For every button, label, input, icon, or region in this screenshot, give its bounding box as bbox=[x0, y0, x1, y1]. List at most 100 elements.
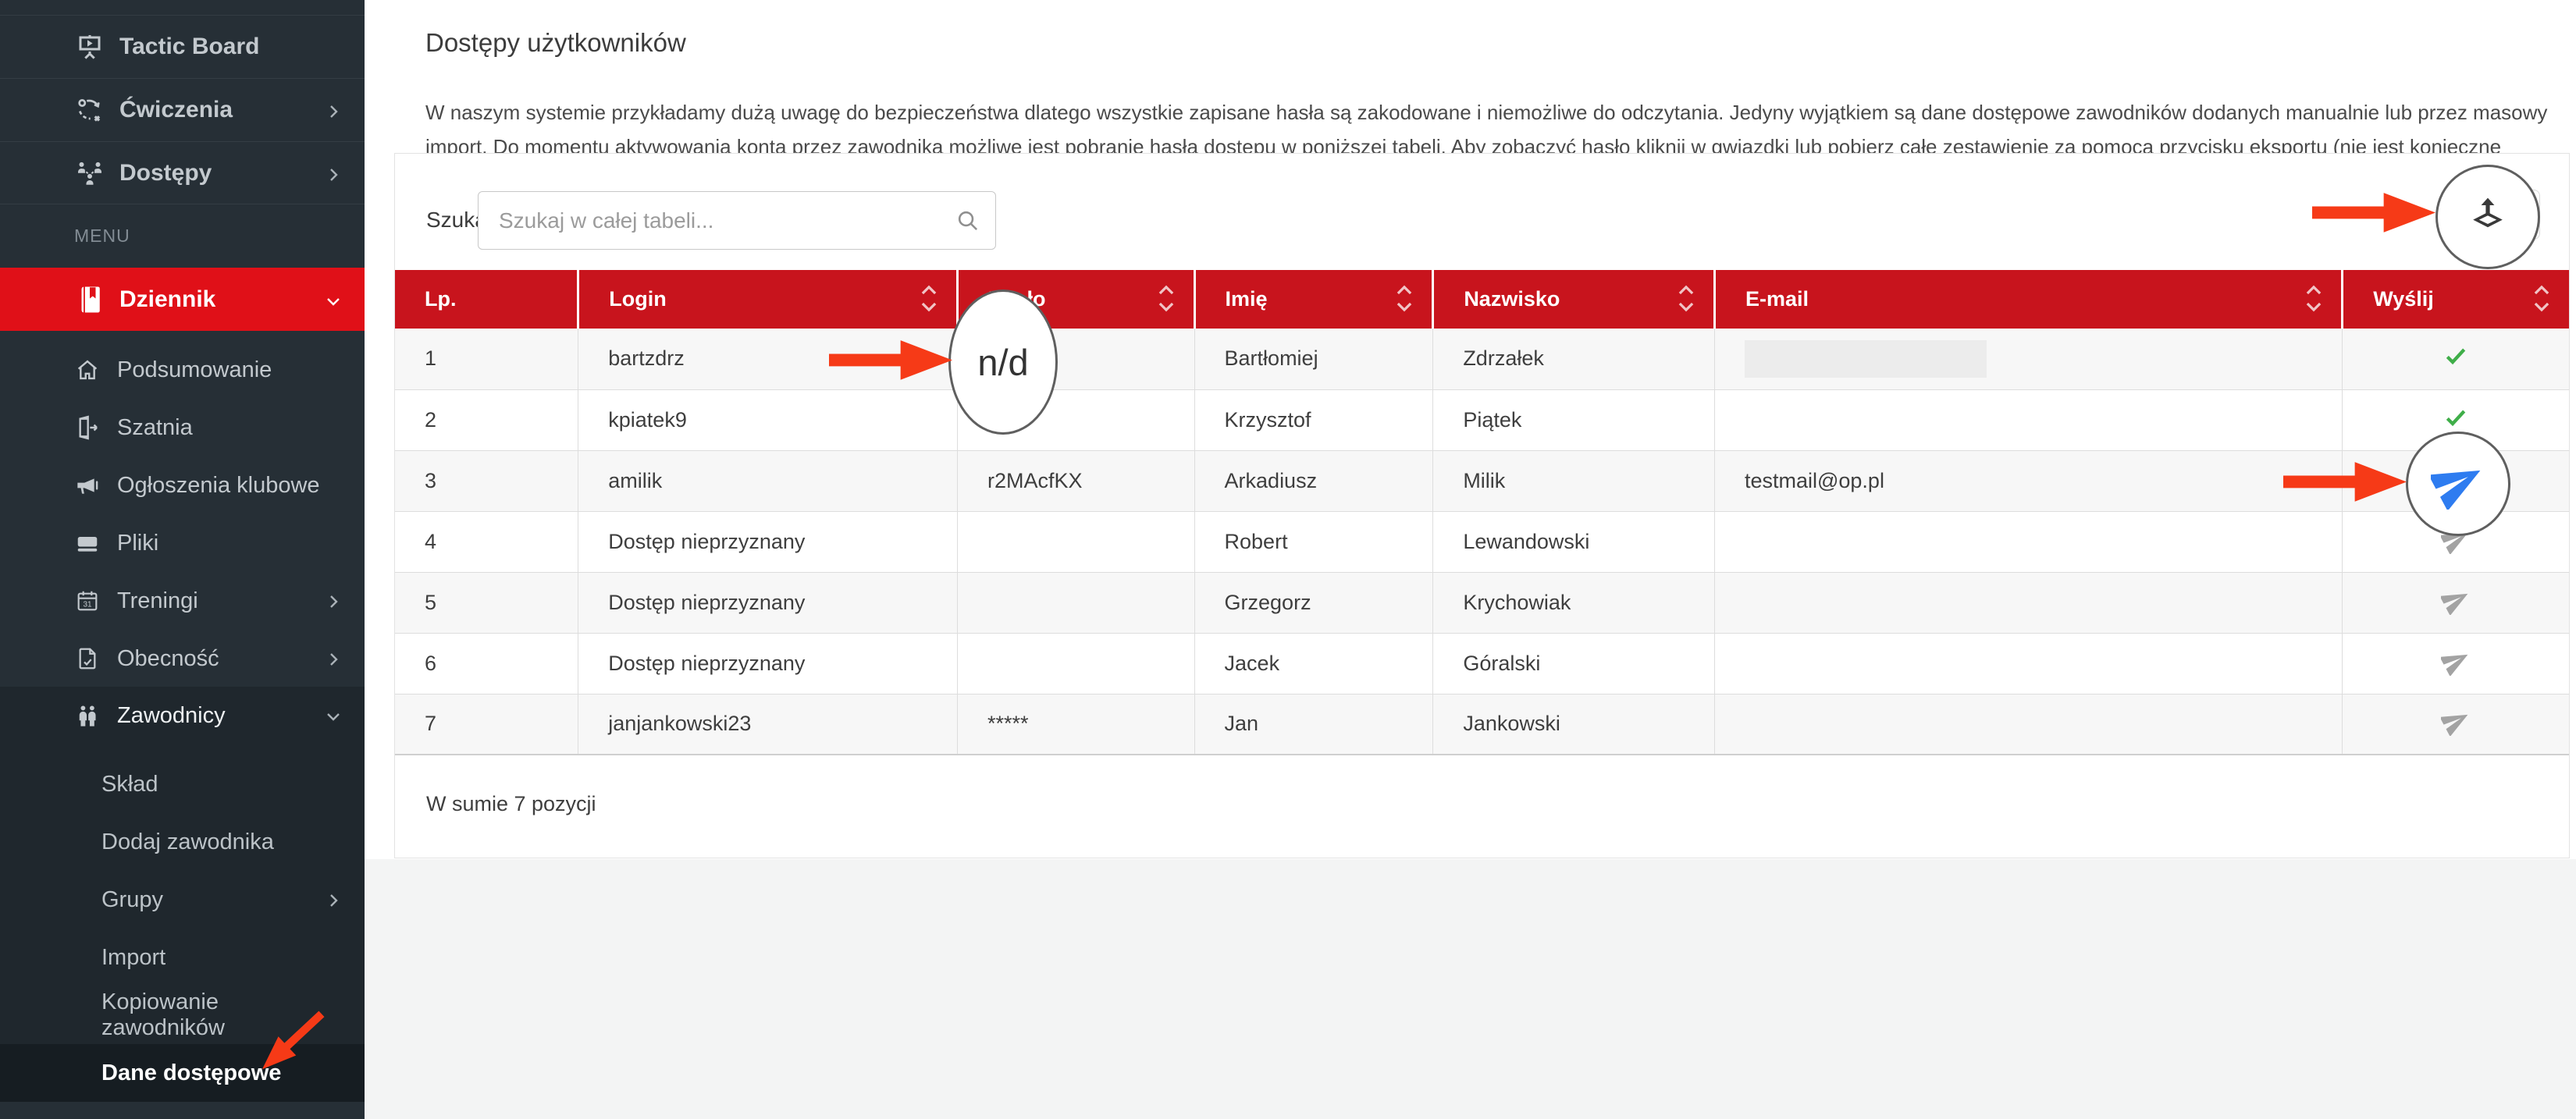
cell-wyslij[interactable] bbox=[2343, 572, 2569, 633]
search-input[interactable] bbox=[479, 192, 995, 249]
sidebar-item-ogloszenia-klubowe[interactable]: Ogłoszenia klubowe bbox=[0, 456, 365, 514]
journal-icon bbox=[74, 284, 105, 315]
cell-imie: Krzysztof bbox=[1194, 389, 1433, 450]
cell-wyslij[interactable] bbox=[2343, 694, 2569, 755]
sidebar-item-import[interactable]: Import bbox=[0, 929, 365, 986]
cell-nazwisko: Zdrzałek bbox=[1433, 329, 1715, 389]
megaphone-icon bbox=[74, 470, 101, 501]
export-button[interactable] bbox=[2467, 190, 2540, 240]
column-header-label: Imię bbox=[1226, 287, 1268, 311]
sidebar-item-dziennik[interactable]: Dziennik bbox=[0, 268, 365, 331]
sidebar-item-kopiowanie-zawodnikow[interactable]: Kopiowanie zawodników bbox=[0, 986, 365, 1044]
sidebar-item-obecnosc[interactable]: Obecność bbox=[0, 630, 365, 687]
sidebar-item-sklad[interactable]: Skład bbox=[0, 755, 365, 813]
column-header-nazwisko[interactable]: Nazwisko bbox=[1433, 270, 1715, 329]
column-header-haslo[interactable]: Hasło bbox=[957, 270, 1194, 329]
send-icon[interactable] bbox=[2441, 657, 2471, 680]
cell-haslo[interactable]: ***** bbox=[957, 694, 1194, 755]
sidebar-item-label: Pliki bbox=[117, 531, 158, 556]
app-window: Tactic Board Ćwiczenia Dostępy MENU Dzienn… bbox=[0, 0, 2576, 1119]
sort-icon bbox=[1156, 283, 1176, 316]
sidebar-item-label: Grupy bbox=[101, 887, 163, 913]
sidebar-item-label: Dane dostępowe bbox=[101, 1060, 281, 1086]
sort-icon bbox=[1676, 283, 1696, 316]
sidebar-item-podsumowanie[interactable]: Podsumowanie bbox=[0, 341, 365, 399]
cell-imie: Bartłomiej bbox=[1194, 329, 1433, 389]
home-icon bbox=[74, 354, 101, 385]
sidebar-item-szatnia[interactable]: Szatnia bbox=[0, 399, 365, 456]
sidebar-item-grupy[interactable]: Grupy bbox=[0, 871, 365, 929]
column-header-label: Lp. bbox=[425, 287, 457, 311]
sidebar-item-dodaj-zawodnika[interactable]: Dodaj zawodnika bbox=[0, 813, 365, 871]
sidebar-item-pliki[interactable]: Pliki bbox=[0, 514, 365, 572]
svg-text:31: 31 bbox=[83, 601, 92, 609]
column-header-imie[interactable]: Imię bbox=[1194, 270, 1433, 329]
column-header-e-mail[interactable]: E-mail bbox=[1714, 270, 2342, 329]
page-background bbox=[365, 859, 2576, 1119]
column-header-lp-: Lp. bbox=[395, 270, 578, 329]
cell-email bbox=[1714, 633, 2342, 694]
cell-wyslij bbox=[2343, 389, 2569, 450]
redacted-email-box bbox=[1745, 340, 1987, 378]
cell-email bbox=[1714, 511, 2342, 572]
sort-icon bbox=[2304, 283, 2324, 316]
column-header-login[interactable]: Login bbox=[578, 270, 958, 329]
cell-wyslij bbox=[2343, 450, 2569, 511]
table-header-row: Lp. Login Hasło Imię Nazwisko E-mail Wyślij bbox=[395, 270, 2569, 329]
sidebar-item-label: Ćwiczenia bbox=[119, 97, 233, 123]
cell-login: Dostęp nieprzyznany bbox=[578, 511, 958, 572]
players-icon bbox=[74, 700, 101, 731]
cell-lp: 3 bbox=[395, 450, 578, 511]
cell-haslo bbox=[957, 572, 1194, 633]
send-icon[interactable] bbox=[2441, 596, 2471, 620]
column-header-label: Login bbox=[609, 287, 666, 311]
sidebar-item-dostepy[interactable]: Dostępy bbox=[0, 141, 365, 204]
sidebar-item-label: Kopiowanie zawodników bbox=[101, 989, 343, 1041]
cell-email bbox=[1714, 572, 2342, 633]
cell-wyslij[interactable] bbox=[2343, 511, 2569, 572]
sidebar-item-cwiczenia[interactable]: Ćwiczenia bbox=[0, 78, 365, 141]
sidebar-item-treningi[interactable]: 31 Treningi bbox=[0, 572, 365, 630]
door-icon bbox=[74, 412, 101, 443]
send-icon[interactable] bbox=[2441, 535, 2471, 559]
column-header-label: Wyślij bbox=[2373, 287, 2434, 311]
sort-icon bbox=[2532, 283, 2552, 316]
chevron-right-icon bbox=[324, 649, 343, 668]
cell-nazwisko: Jankowski bbox=[1433, 694, 1715, 755]
cell-haslo[interactable]: ***** bbox=[957, 389, 1194, 450]
sidebar-item-dane-dostepowe[interactable]: Dane dostępowe bbox=[0, 1044, 365, 1102]
sort-icon bbox=[919, 283, 939, 316]
chevron-right-icon bbox=[324, 101, 343, 119]
cell-login: Dostęp nieprzyznany bbox=[578, 633, 958, 694]
cell-imie: Arkadiusz bbox=[1194, 450, 1433, 511]
table-row: 4Dostęp nieprzyznanyRobertLewandowski bbox=[395, 511, 2569, 572]
cell-lp: 1 bbox=[395, 329, 578, 389]
cell-haslo[interactable]: r2MAcfKX bbox=[957, 450, 1194, 511]
sidebar-players-block: Zawodnicy Skład Dodaj zawodnika Grupy Impor… bbox=[0, 687, 365, 1102]
tactics-icon bbox=[74, 94, 105, 126]
check-icon bbox=[2443, 411, 2468, 435]
chevron-down-icon bbox=[324, 706, 343, 725]
sidebar-item-label: Ogłoszenia klubowe bbox=[117, 473, 320, 499]
column-header-label: Nazwisko bbox=[1464, 287, 1560, 311]
calendar-icon: 31 bbox=[74, 585, 101, 616]
sidebar-section-label: MENU bbox=[0, 204, 130, 268]
sidebar-item-tactic-board[interactable]: Tactic Board bbox=[0, 15, 365, 78]
table-row: 5Dostęp nieprzyznanyGrzegorzKrychowiak bbox=[395, 572, 2569, 633]
cell-imie: Jacek bbox=[1194, 633, 1433, 694]
sidebar-item-label: Dostępy bbox=[119, 160, 212, 186]
sidebar-item-label: Obecność bbox=[117, 646, 219, 672]
sidebar-item-label: Treningi bbox=[117, 588, 198, 614]
cell-wyslij[interactable] bbox=[2343, 633, 2569, 694]
export-icon bbox=[2486, 197, 2521, 233]
cell-lp: 4 bbox=[395, 511, 578, 572]
cell-nazwisko: Lewandowski bbox=[1433, 511, 1715, 572]
cell-imie: Grzegorz bbox=[1194, 572, 1433, 633]
send-icon[interactable] bbox=[2441, 717, 2471, 741]
sidebar-item-label: Dodaj zawodnika bbox=[101, 829, 274, 855]
cell-haslo bbox=[957, 633, 1194, 694]
cell-email bbox=[1714, 389, 2342, 450]
column-header-wyslij[interactable]: Wyślij bbox=[2343, 270, 2569, 329]
sidebar-item-label: Import bbox=[101, 945, 165, 971]
sidebar-item-zawodnicy[interactable]: Zawodnicy bbox=[0, 687, 365, 744]
